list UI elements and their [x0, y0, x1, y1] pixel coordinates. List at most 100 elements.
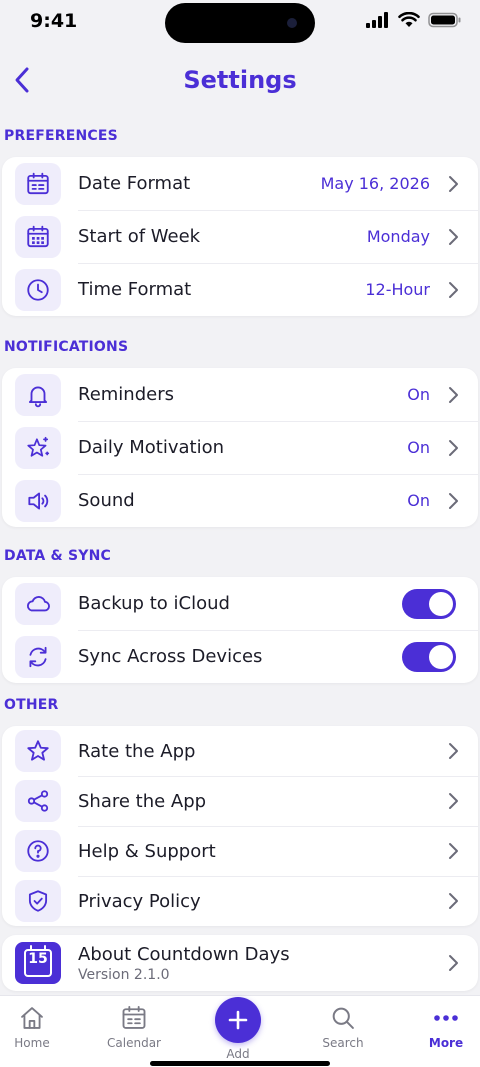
bell-icon	[15, 373, 61, 416]
settings-row-rate-app[interactable]: Rate the App	[2, 726, 478, 776]
calendar-grid-icon	[15, 215, 61, 258]
notifications-card: Reminders On Daily Motivation On Sound O…	[2, 368, 478, 527]
tab-more[interactable]: More	[406, 1004, 480, 1050]
clock-icon	[15, 268, 61, 311]
section-label-preferences: PREFERENCES	[4, 128, 118, 144]
tab-label: Search	[322, 1036, 364, 1050]
chevron-right-icon	[446, 954, 460, 972]
shield-check-icon	[15, 880, 61, 922]
row-label: Sync Across Devices	[78, 646, 263, 667]
battery-icon	[428, 12, 461, 28]
speaker-icon	[15, 479, 61, 522]
search-icon	[332, 1007, 354, 1029]
calendar-icon	[122, 1005, 146, 1029]
calendar-icon	[15, 162, 61, 205]
tab-label: Home	[14, 1036, 50, 1050]
cloud-icon	[15, 582, 61, 625]
navigation-header: Settings	[0, 56, 480, 106]
sync-icon	[15, 635, 61, 678]
settings-row-share-app[interactable]: Share the App	[2, 776, 478, 826]
chevron-right-icon	[446, 492, 460, 510]
settings-row-privacy-policy[interactable]: Privacy Policy	[2, 876, 478, 926]
signal-icon	[366, 12, 388, 28]
tab-home[interactable]: Home	[0, 1004, 72, 1050]
row-label: Backup to iCloud	[78, 593, 230, 614]
row-label: Reminders	[78, 384, 174, 405]
row-value: May 16, 2026	[320, 174, 430, 193]
about-card: 15 About Countdown Days Version 2.1.0	[2, 935, 478, 991]
sparkle-star-icon	[15, 426, 61, 469]
settings-row-reminders[interactable]: Reminders On	[2, 368, 478, 421]
row-label: Rate the App	[78, 740, 196, 762]
settings-row-date-format[interactable]: Date Format May 16, 2026	[2, 157, 478, 210]
row-label: Start of Week	[78, 226, 201, 247]
chevron-right-icon	[446, 228, 460, 246]
chevron-right-icon	[446, 742, 460, 760]
settings-row-daily-motivation[interactable]: Daily Motivation On	[2, 421, 478, 474]
dynamic-island	[165, 3, 315, 43]
more-dots-icon	[434, 1015, 458, 1021]
settings-row-help-support[interactable]: Help & Support	[2, 826, 478, 876]
backup-icloud-toggle[interactable]	[402, 588, 456, 619]
tab-bar: Home Calendar Add Search More	[0, 995, 480, 1067]
add-button[interactable]	[215, 997, 261, 1043]
settings-row-backup-icloud[interactable]: Backup to iCloud	[2, 577, 478, 630]
row-value: On	[407, 385, 430, 404]
toggle-knob	[429, 644, 453, 669]
page-title: Settings	[183, 66, 297, 94]
tab-search[interactable]: Search	[303, 1004, 383, 1050]
settings-row-about[interactable]: 15 About Countdown Days Version 2.1.0	[2, 935, 478, 991]
help-icon	[15, 830, 61, 872]
tab-label: More	[428, 1036, 464, 1050]
status-bar: 9:41	[0, 0, 480, 44]
toggle-knob	[429, 591, 453, 616]
sync-devices-toggle[interactable]	[402, 641, 456, 672]
row-value: Monday	[366, 227, 430, 246]
share-icon	[15, 780, 61, 822]
settings-row-start-of-week[interactable]: Start of Week Monday	[2, 210, 478, 263]
row-label: Sound	[78, 490, 135, 511]
row-label: Daily Motivation	[78, 437, 225, 458]
star-icon	[15, 730, 61, 772]
tab-calendar[interactable]: Calendar	[94, 1004, 174, 1050]
chevron-right-icon	[446, 792, 460, 810]
settings-row-time-format[interactable]: Time Format 12-Hour	[2, 263, 478, 316]
row-value: On	[407, 491, 430, 510]
data-sync-card: Backup to iCloud Sync Across Devices	[2, 577, 478, 683]
row-label: Share the App	[78, 790, 207, 812]
row-value: 12-Hour	[365, 280, 430, 299]
about-title: About Countdown Days	[78, 943, 290, 965]
row-label: Help & Support	[78, 840, 216, 862]
row-label: Time Format	[78, 279, 192, 300]
about-text: About Countdown Days Version 2.1.0	[78, 944, 446, 983]
row-value: On	[407, 438, 430, 457]
chevron-right-icon	[446, 386, 460, 404]
tab-label: Calendar	[107, 1036, 161, 1050]
wifi-icon	[398, 12, 420, 27]
chevron-right-icon	[446, 281, 460, 299]
section-label-other: OTHER	[4, 697, 59, 713]
chevron-right-icon	[446, 842, 460, 860]
settings-row-sound[interactable]: Sound On	[2, 474, 478, 527]
about-version: Version 2.1.0	[78, 966, 170, 983]
status-icons	[366, 12, 462, 28]
settings-row-sync-devices[interactable]: Sync Across Devices	[2, 630, 478, 683]
status-time: 9:41	[30, 10, 78, 32]
row-label: Date Format	[78, 173, 191, 194]
about-icon-number: 15	[28, 951, 48, 967]
plus-icon	[228, 1010, 248, 1030]
section-label-data-sync: DATA & SYNC	[4, 548, 112, 564]
chevron-right-icon	[446, 175, 460, 193]
tab-add[interactable]: Add	[198, 997, 278, 1061]
preferences-card: Date Format May 16, 2026 Start of Week M…	[2, 157, 478, 316]
home-indicator	[150, 1061, 330, 1066]
chevron-right-icon	[446, 439, 460, 457]
app-calendar-icon: 15	[15, 942, 61, 984]
row-label: Privacy Policy	[78, 890, 201, 912]
chevron-right-icon	[446, 892, 460, 910]
other-card: Rate the App Share the App Help & Suppor…	[2, 726, 478, 926]
camera-dot	[287, 18, 297, 28]
home-icon	[21, 1007, 43, 1029]
tab-label: Add	[226, 1047, 250, 1061]
section-label-notifications: NOTIFICATIONS	[4, 339, 129, 355]
